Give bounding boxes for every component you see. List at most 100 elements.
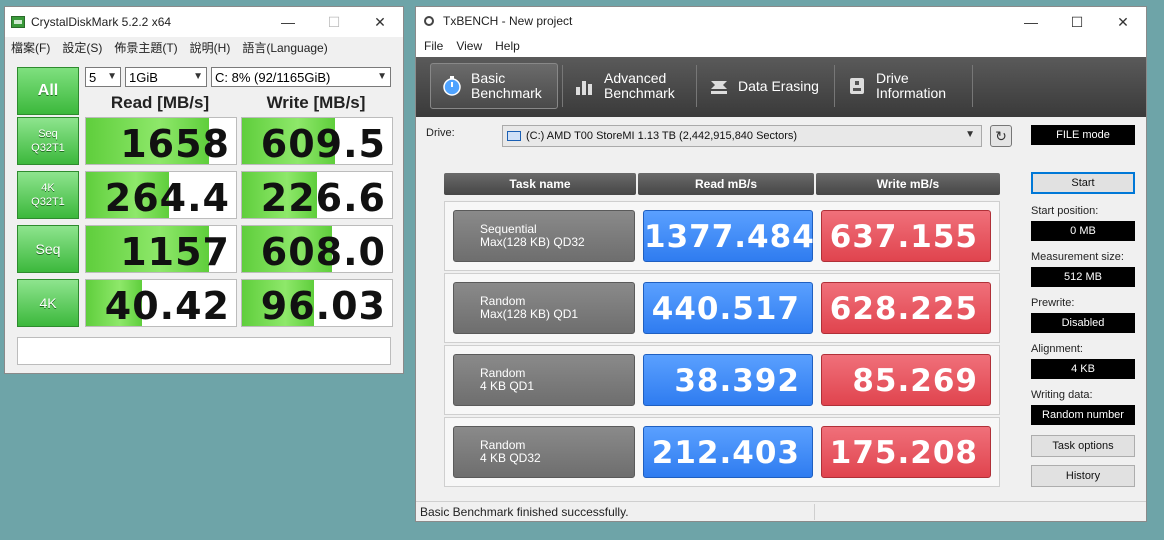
- tab-data-erasing[interactable]: Data Erasing: [698, 63, 830, 109]
- chevron-down-icon: ▼: [965, 129, 975, 140]
- read-result: 40.42: [85, 279, 237, 327]
- seq-q32t1-button[interactable]: Seq Q32T1: [17, 117, 79, 165]
- read-result: 1658: [85, 117, 237, 165]
- cdm-menu-language[interactable]: 語言(Language): [236, 39, 333, 56]
- read-value: 38.392: [643, 354, 813, 406]
- count-select-value: 5: [89, 69, 97, 85]
- comment-field[interactable]: [17, 337, 391, 365]
- task-line2: 4 KB QD32: [480, 451, 541, 465]
- task-line1: Random: [480, 366, 526, 380]
- task-button[interactable]: Random Max(128 KB) QD1: [453, 282, 635, 334]
- read-value: 440.517: [643, 282, 813, 334]
- tab-basic-benchmark[interactable]: Basic Benchmark: [430, 63, 558, 109]
- cdm-menu-settings[interactable]: 設定(S): [56, 39, 108, 56]
- chevron-down-icon: ▼: [193, 71, 203, 82]
- task-line1: Sequential: [480, 222, 537, 236]
- count-select[interactable]: 5 ▼: [85, 67, 121, 87]
- task-line2: Max(128 KB) QD1: [480, 307, 579, 321]
- task-line1: Random: [480, 294, 526, 308]
- status-text: Basic Benchmark finished successfully.: [420, 504, 629, 519]
- cdm-menu-help[interactable]: 說明(H): [184, 39, 237, 56]
- drive-select[interactable]: C: 8% (92/1165GiB) ▼: [211, 67, 391, 87]
- crystaldiskmark-app-icon: [11, 16, 25, 28]
- writing-data-label: Writing data:: [1031, 389, 1093, 401]
- start-button[interactable]: Start: [1031, 172, 1135, 194]
- prewrite-label: Prewrite:: [1031, 297, 1075, 309]
- start-position-label: Start position:: [1031, 205, 1099, 217]
- drive-select-value: (C:) AMD T00 StoreMI 1.13 TB (2,442,915,…: [526, 130, 798, 142]
- all-button[interactable]: All: [17, 67, 79, 115]
- tx-menubar: File View Help: [416, 35, 1146, 57]
- chevron-down-icon: ▼: [107, 71, 117, 82]
- write-value: 608.0: [260, 230, 386, 273]
- task-button[interactable]: Random 4 KB QD32: [453, 426, 635, 478]
- seq-button[interactable]: Seq: [17, 225, 79, 273]
- tab-advanced-benchmark[interactable]: Advanced Benchmark: [564, 63, 694, 109]
- cdm-menu-file[interactable]: 檔案(F): [5, 39, 56, 56]
- tx-menu-help[interactable]: Help: [487, 39, 525, 53]
- read-result: 264.4: [85, 171, 237, 219]
- stopwatch-icon: [441, 75, 463, 97]
- drive-info-icon: [846, 75, 868, 97]
- write-result: 608.0: [241, 225, 393, 273]
- write-value: 96.03: [260, 284, 386, 327]
- refresh-button[interactable]: ↻: [990, 125, 1012, 147]
- read-value: 212.403: [643, 426, 813, 478]
- drive-label: Drive:: [426, 127, 455, 139]
- result-row: Sequential Max(128 KB) QD32 1377.484 637…: [444, 201, 1000, 271]
- task-options-button[interactable]: Task options: [1031, 435, 1135, 457]
- txbench-app-icon: [423, 14, 437, 28]
- mode-indicator: FILE mode: [1031, 125, 1135, 145]
- drive-icon: [507, 131, 521, 141]
- eraser-icon: [708, 75, 730, 97]
- tx-titlebar: TxBENCH - New project — ☐ ✕: [416, 7, 1146, 35]
- write-value: 175.208: [821, 426, 991, 478]
- drive-select-value: C: 8% (92/1165GiB): [215, 69, 331, 85]
- alignment-value[interactable]: 4 KB: [1031, 359, 1135, 379]
- tx-menu-view[interactable]: View: [448, 39, 487, 53]
- cdm-window-title: CrystalDiskMark 5.2.2 x64: [31, 15, 172, 29]
- cdm-close-button[interactable]: ✕: [357, 7, 403, 37]
- measurement-size-value[interactable]: 512 MB: [1031, 267, 1135, 287]
- tab-label: Data Erasing: [738, 77, 819, 94]
- row-label-line1: Seq: [38, 128, 58, 140]
- chevron-down-icon: ▼: [377, 71, 387, 82]
- task-line2: Max(128 KB) QD32: [480, 235, 585, 249]
- write-value: 637.155: [821, 210, 991, 262]
- write-value: 609.5: [260, 122, 386, 165]
- task-button[interactable]: Sequential Max(128 KB) QD32: [453, 210, 635, 262]
- result-row: Random 4 KB QD1 38.392 85.269: [444, 345, 1000, 415]
- cdm-maximize-button: ☐: [327, 13, 341, 30]
- cdm-menu-theme[interactable]: 佈景主題(T): [108, 39, 183, 56]
- 4k-button[interactable]: 4K: [17, 279, 79, 327]
- row-label-line1: 4K: [41, 182, 55, 194]
- task-button[interactable]: Random 4 KB QD1: [453, 354, 635, 406]
- drive-select[interactable]: (C:) AMD T00 StoreMI 1.13 TB (2,442,915,…: [502, 125, 982, 147]
- tx-maximize-button[interactable]: ☐: [1054, 7, 1100, 37]
- cdm-menubar: 檔案(F) 設定(S) 佈景主題(T) 說明(H) 語言(Language): [5, 37, 403, 57]
- tx-minimize-button[interactable]: —: [1008, 7, 1054, 37]
- tab-drive-information[interactable]: Drive Information: [836, 63, 972, 109]
- tx-window-title: TxBENCH - New project: [443, 14, 573, 28]
- tx-close-button[interactable]: ✕: [1100, 7, 1146, 37]
- writing-data-value[interactable]: Random number: [1031, 405, 1135, 425]
- 4k-q32t1-button[interactable]: 4K Q32T1: [17, 171, 79, 219]
- refresh-icon: ↻: [995, 127, 1007, 144]
- history-button[interactable]: History: [1031, 465, 1135, 487]
- size-select[interactable]: 1GiB ▼: [125, 67, 207, 87]
- tx-menu-file[interactable]: File: [416, 39, 448, 53]
- write-result: 96.03: [241, 279, 393, 327]
- write-value: 85.269: [821, 354, 991, 406]
- write-value: 226.6: [260, 176, 386, 219]
- start-position-value[interactable]: 0 MB: [1031, 221, 1135, 241]
- row-label-line2: Q32T1: [31, 196, 65, 208]
- tab-label: Benchmark: [604, 85, 675, 101]
- write-result: 226.6: [241, 171, 393, 219]
- task-line1: Random: [480, 438, 526, 452]
- size-select-value: 1GiB: [129, 69, 158, 85]
- write-result: 609.5: [241, 117, 393, 165]
- prewrite-value[interactable]: Disabled: [1031, 313, 1135, 333]
- tx-tabbar: Basic Benchmark Advanced Benchmark Data …: [416, 57, 1146, 117]
- cdm-titlebar: CrystalDiskMark 5.2.2 x64 — ☐ ✕: [5, 7, 403, 37]
- cdm-minimize-button[interactable]: —: [265, 7, 311, 37]
